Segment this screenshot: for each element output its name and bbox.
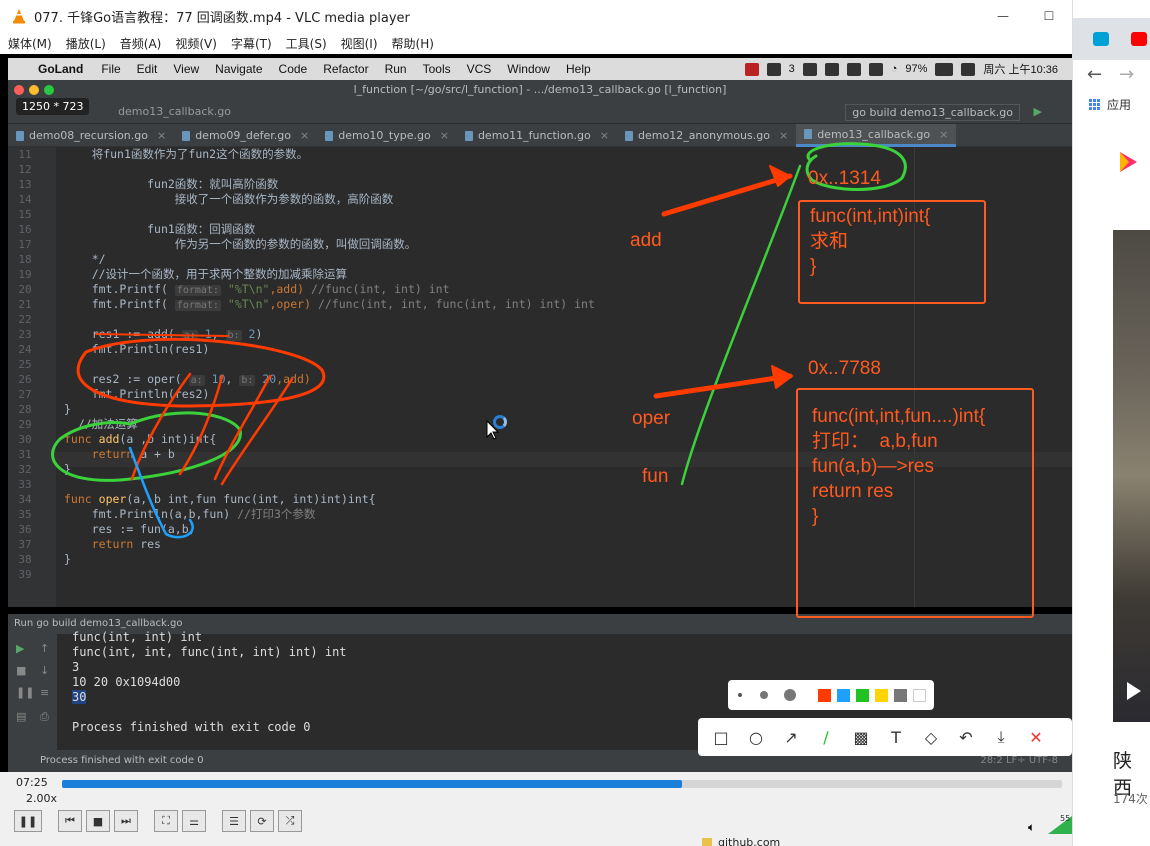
annotation-palette xyxy=(728,680,934,710)
dimension-badge: 1250 * 723 xyxy=(16,98,90,115)
fullscreen-button[interactable]: ⛶ xyxy=(154,810,178,832)
playlist-button[interactable]: ☰ xyxy=(222,810,246,832)
loop-button[interactable]: ⟳ xyxy=(250,810,274,832)
undo-icon[interactable]: ↶ xyxy=(955,728,977,747)
screen: { "vlc": { "title": "077. 千锋Go语言教程：77 回调… xyxy=(0,0,1150,846)
oper-arrow xyxy=(653,373,793,399)
color-swatch-gray[interactable] xyxy=(894,688,907,702)
minimize-button[interactable]: — xyxy=(980,0,1026,32)
menu-media[interactable]: 媒体(M) xyxy=(8,35,52,52)
text-tool-icon[interactable]: T xyxy=(885,728,907,747)
apps-label: 应用 xyxy=(1107,98,1132,112)
label-add: add xyxy=(630,230,662,251)
func-box-add-text: func(int,int)int{ 求和 } xyxy=(810,206,931,277)
volume-value: 55 xyxy=(1060,814,1071,823)
rectangle-tool-icon[interactable]: □ xyxy=(710,728,732,747)
color-swatch-white[interactable] xyxy=(913,688,926,702)
label-fun: fun xyxy=(642,466,669,487)
folder-icon xyxy=(702,838,712,846)
playback-speed[interactable]: 2.00x xyxy=(26,792,57,805)
stop-button[interactable]: ■ xyxy=(86,810,110,832)
res2-circle xyxy=(76,337,326,408)
menu-playback[interactable]: 播放(L) xyxy=(66,35,106,52)
vlc-controls: 07:25 2.00x ❚❚ ⏮ ■ ⏭ ⛶ ⚌ ☰ ⟳ ⤮ 🔈︎ 55 xyxy=(0,772,1072,846)
volume-icon[interactable]: 🔈︎ xyxy=(1028,820,1035,835)
pause-button[interactable]: ❚❚ xyxy=(14,810,42,832)
elapsed-time: 07:25 xyxy=(16,776,48,789)
menu-subtitle[interactable]: 字幕(T) xyxy=(231,35,272,52)
video-thumbnail[interactable] xyxy=(1113,230,1150,722)
window-title: 077. 千锋Go语言教程：77 回调函数.mp4 - VLC media pl… xyxy=(34,10,410,26)
vlc-logo-icon xyxy=(13,9,25,24)
bilibili-icon[interactable] xyxy=(1093,32,1109,46)
previous-button[interactable]: ⏮ xyxy=(58,810,82,832)
browser-nav: ← → xyxy=(1073,60,1150,92)
back-icon[interactable]: ← xyxy=(1087,64,1102,85)
color-swatch-yellow[interactable] xyxy=(875,688,888,702)
browser-tab-strip xyxy=(1073,18,1150,60)
next-button[interactable]: ⏭ xyxy=(114,810,138,832)
menu-view[interactable]: 视图(I) xyxy=(341,35,378,52)
menu-tools[interactable]: 工具(S) xyxy=(286,35,327,52)
vlc-menu-bar: 媒体(M) 播放(L) 音频(A) 视频(V) 字幕(T) 工具(S) 视图(I… xyxy=(0,32,1072,54)
video-views: 174次 xyxy=(1113,792,1148,806)
color-swatch-red[interactable] xyxy=(818,688,831,702)
video-frame[interactable]: GoLand File Edit View Navigate Code Refa… xyxy=(0,54,1072,772)
func-box-oper-text: func(int,int,fun....)int{ 打印： a,b,fun fu… xyxy=(812,406,986,527)
taskbar-item[interactable]: github.com xyxy=(702,836,780,846)
size-small-icon[interactable] xyxy=(738,693,742,697)
size-large-icon[interactable] xyxy=(784,689,796,701)
seek-progress xyxy=(62,780,682,788)
underline xyxy=(95,333,229,337)
add-arrow xyxy=(661,173,793,217)
pen-tool-icon[interactable]: ∕ xyxy=(815,728,837,747)
label-oper: oper xyxy=(632,408,671,429)
arrow-line xyxy=(130,372,192,481)
arrow-head-icon xyxy=(771,365,793,389)
arrow-line xyxy=(213,374,272,481)
arrow-tool-icon[interactable]: ↗ xyxy=(780,728,802,747)
address-label-2: 0x..7788 xyxy=(808,358,881,379)
play-icon xyxy=(1127,682,1141,700)
download-icon[interactable]: ⤓ xyxy=(990,727,1012,747)
shuffle-button[interactable]: ⤮ xyxy=(278,810,302,832)
address-label-1: 0x..1314 xyxy=(808,168,881,189)
apps-shortcut[interactable]: 应用 xyxy=(1089,96,1131,113)
ellipse-tool-icon[interactable]: ○ xyxy=(745,728,767,747)
maximize-button[interactable]: ☐ xyxy=(1026,0,1072,32)
size-medium-icon[interactable] xyxy=(760,691,768,699)
annotation-toolbar: □ ○ ↗ ∕ ▩ T ◇ ↶ ⤓ ✕ xyxy=(698,718,1072,756)
arrow-line xyxy=(220,377,294,486)
tag-tool-icon[interactable]: ◇ xyxy=(920,728,942,747)
menu-help[interactable]: 帮助(H) xyxy=(392,35,434,52)
forward-icon[interactable]: → xyxy=(1119,64,1134,85)
fun-link-line xyxy=(680,164,802,486)
site-logo-icon xyxy=(1120,152,1137,172)
close-icon[interactable]: ✕ xyxy=(1025,728,1047,747)
menu-video[interactable]: 视频(V) xyxy=(175,35,217,52)
browser-window: ← → 应用 陕西 174次 xyxy=(1072,0,1150,846)
vlc-title-bar: 077. 千锋Go语言教程：77 回调函数.mp4 - VLC media pl… xyxy=(0,0,1072,32)
extended-settings-button[interactable]: ⚌ xyxy=(182,810,206,832)
taskbar-item-label: github.com xyxy=(718,836,781,846)
menu-audio[interactable]: 音频(A) xyxy=(120,35,162,52)
seek-bar[interactable] xyxy=(62,780,1062,788)
apps-grid-icon xyxy=(1089,98,1101,111)
mosaic-tool-icon[interactable]: ▩ xyxy=(850,728,872,747)
color-swatch-green[interactable] xyxy=(856,688,869,702)
color-swatch-blue[interactable] xyxy=(837,688,850,702)
busy-indicator-icon xyxy=(493,415,507,429)
youtube-icon[interactable] xyxy=(1131,32,1147,46)
